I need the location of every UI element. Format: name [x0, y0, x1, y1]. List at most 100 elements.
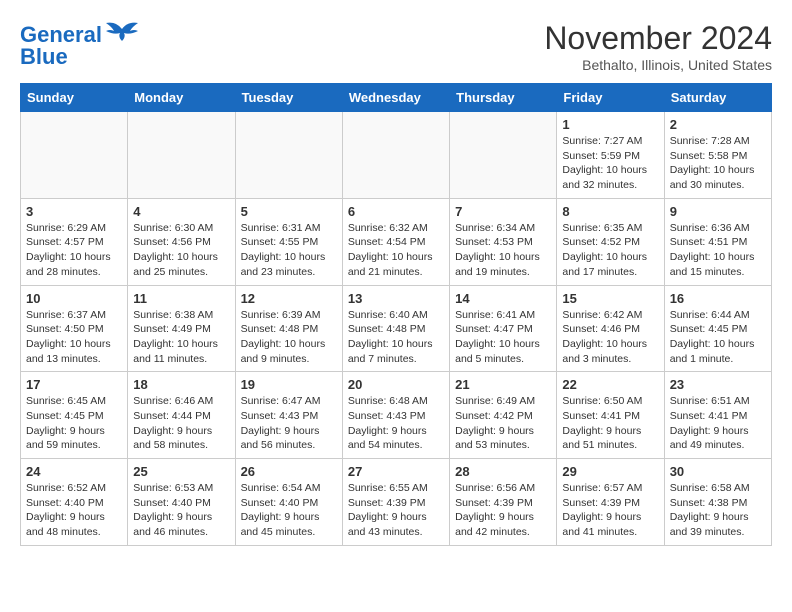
day-number: 6: [348, 204, 444, 219]
calendar-cell: 20 Sunrise: 6:48 AM Sunset: 4:43 PM Dayli…: [342, 372, 449, 459]
day-number: 10: [26, 291, 122, 306]
day-info: Sunrise: 6:39 AM Sunset: 4:48 PM Dayligh…: [241, 308, 337, 367]
calendar-cell: 5Sunrise: 6:31 AM Sunset: 4:55 PM Daylig…: [235, 198, 342, 285]
day-number: 24: [26, 464, 122, 479]
week-row-1: 3 Sunrise: 6:29 AM Sunset: 4:57 PM Daylig…: [21, 198, 772, 285]
day-info: Sunrise: 6:36 AM Sunset: 4:51 PM Dayligh…: [670, 221, 766, 280]
calendar-cell: 23 Sunrise: 6:51 AM Sunset: 4:41 PM Dayli…: [664, 372, 771, 459]
day-number: 18: [133, 377, 229, 392]
day-info: Sunrise: 6:51 AM Sunset: 4:41 PM Dayligh…: [670, 394, 766, 453]
calendar-cell: 19 Sunrise: 6:47 AM Sunset: 4:43 PM Dayli…: [235, 372, 342, 459]
calendar-cell: 2Sunrise: 7:28 AM Sunset: 5:58 PM Daylig…: [664, 112, 771, 199]
calendar-table: SundayMondayTuesdayWednesdayThursdayFrid…: [20, 83, 772, 546]
calendar-cell: 25 Sunrise: 6:53 AM Sunset: 4:40 PM Dayli…: [128, 459, 235, 546]
day-number: 17: [26, 377, 122, 392]
day-info: Sunrise: 6:45 AM Sunset: 4:45 PM Dayligh…: [26, 394, 122, 453]
calendar-cell: 27Sunrise: 6:55 AM Sunset: 4:39 PM Dayli…: [342, 459, 449, 546]
calendar-cell: 26 Sunrise: 6:54 AM Sunset: 4:40 PM Dayli…: [235, 459, 342, 546]
day-info: Sunrise: 6:42 AM Sunset: 4:46 PM Dayligh…: [562, 308, 658, 367]
day-info: Sunrise: 6:56 AM Sunset: 4:39 PM Dayligh…: [455, 481, 551, 540]
calendar-cell: 14 Sunrise: 6:41 AM Sunset: 4:47 PM Dayli…: [450, 285, 557, 372]
day-info: Sunrise: 6:52 AM Sunset: 4:40 PM Dayligh…: [26, 481, 122, 540]
week-row-3: 17 Sunrise: 6:45 AM Sunset: 4:45 PM Dayli…: [21, 372, 772, 459]
week-row-4: 24 Sunrise: 6:52 AM Sunset: 4:40 PM Dayli…: [21, 459, 772, 546]
calendar-cell: 16 Sunrise: 6:44 AM Sunset: 4:45 PM Dayli…: [664, 285, 771, 372]
calendar-cell: 6 Sunrise: 6:32 AM Sunset: 4:54 PM Daylig…: [342, 198, 449, 285]
day-number: 11: [133, 291, 229, 306]
day-info: Sunrise: 7:27 AM Sunset: 5:59 PM Dayligh…: [562, 134, 658, 193]
day-number: 30: [670, 464, 766, 479]
day-number: 16: [670, 291, 766, 306]
title-area: November 2024 Bethalto, Illinois, United…: [544, 20, 772, 73]
day-info: Sunrise: 6:41 AM Sunset: 4:47 PM Dayligh…: [455, 308, 551, 367]
header-cell-thursday: Thursday: [450, 84, 557, 112]
logo-bird-icon: [104, 21, 140, 49]
day-info: Sunrise: 6:54 AM Sunset: 4:40 PM Dayligh…: [241, 481, 337, 540]
day-info: Sunrise: 6:29 AM Sunset: 4:57 PM Dayligh…: [26, 221, 122, 280]
calendar-cell: 3 Sunrise: 6:29 AM Sunset: 4:57 PM Daylig…: [21, 198, 128, 285]
calendar-cell: 13 Sunrise: 6:40 AM Sunset: 4:48 PM Dayli…: [342, 285, 449, 372]
calendar-cell: 7Sunrise: 6:34 AM Sunset: 4:53 PM Daylig…: [450, 198, 557, 285]
day-number: 20: [348, 377, 444, 392]
header-cell-sunday: Sunday: [21, 84, 128, 112]
day-info: Sunrise: 6:37 AM Sunset: 4:50 PM Dayligh…: [26, 308, 122, 367]
day-info: Sunrise: 6:35 AM Sunset: 4:52 PM Dayligh…: [562, 221, 658, 280]
calendar-cell: 22Sunrise: 6:50 AM Sunset: 4:41 PM Dayli…: [557, 372, 664, 459]
calendar-cell: [128, 112, 235, 199]
day-info: Sunrise: 6:48 AM Sunset: 4:43 PM Dayligh…: [348, 394, 444, 453]
calendar-cell: 29 Sunrise: 6:57 AM Sunset: 4:39 PM Dayli…: [557, 459, 664, 546]
day-number: 14: [455, 291, 551, 306]
header-cell-saturday: Saturday: [664, 84, 771, 112]
day-info: Sunrise: 6:44 AM Sunset: 4:45 PM Dayligh…: [670, 308, 766, 367]
month-title: November 2024: [544, 20, 772, 57]
day-info: Sunrise: 6:46 AM Sunset: 4:44 PM Dayligh…: [133, 394, 229, 453]
header-cell-monday: Monday: [128, 84, 235, 112]
day-number: 26: [241, 464, 337, 479]
header-cell-tuesday: Tuesday: [235, 84, 342, 112]
day-number: 1: [562, 117, 658, 132]
calendar-cell: 12Sunrise: 6:39 AM Sunset: 4:48 PM Dayli…: [235, 285, 342, 372]
header-cell-friday: Friday: [557, 84, 664, 112]
day-number: 19: [241, 377, 337, 392]
day-number: 2: [670, 117, 766, 132]
day-number: 25: [133, 464, 229, 479]
day-number: 8: [562, 204, 658, 219]
day-number: 13: [348, 291, 444, 306]
calendar-cell: 9Sunrise: 6:36 AM Sunset: 4:51 PM Daylig…: [664, 198, 771, 285]
calendar-cell: [21, 112, 128, 199]
logo-text: General Blue: [20, 24, 102, 68]
day-info: Sunrise: 6:53 AM Sunset: 4:40 PM Dayligh…: [133, 481, 229, 540]
day-info: Sunrise: 6:38 AM Sunset: 4:49 PM Dayligh…: [133, 308, 229, 367]
day-info: Sunrise: 6:40 AM Sunset: 4:48 PM Dayligh…: [348, 308, 444, 367]
day-info: Sunrise: 6:32 AM Sunset: 4:54 PM Dayligh…: [348, 221, 444, 280]
header-row: SundayMondayTuesdayWednesdayThursdayFrid…: [21, 84, 772, 112]
calendar-cell: 11 Sunrise: 6:38 AM Sunset: 4:49 PM Dayli…: [128, 285, 235, 372]
logo-line2: Blue: [20, 44, 68, 69]
week-row-2: 10 Sunrise: 6:37 AM Sunset: 4:50 PM Dayli…: [21, 285, 772, 372]
day-info: Sunrise: 6:49 AM Sunset: 4:42 PM Dayligh…: [455, 394, 551, 453]
day-number: 23: [670, 377, 766, 392]
logo: General Blue: [20, 24, 140, 68]
calendar-cell: 10 Sunrise: 6:37 AM Sunset: 4:50 PM Dayli…: [21, 285, 128, 372]
day-info: Sunrise: 6:34 AM Sunset: 4:53 PM Dayligh…: [455, 221, 551, 280]
day-info: Sunrise: 6:47 AM Sunset: 4:43 PM Dayligh…: [241, 394, 337, 453]
location-subtitle: Bethalto, Illinois, United States: [544, 57, 772, 73]
calendar-cell: 17 Sunrise: 6:45 AM Sunset: 4:45 PM Dayli…: [21, 372, 128, 459]
day-number: 3: [26, 204, 122, 219]
calendar-cell: 8 Sunrise: 6:35 AM Sunset: 4:52 PM Daylig…: [557, 198, 664, 285]
day-number: 4: [133, 204, 229, 219]
header: General Blue November 2024 Bethalto, Ill…: [20, 20, 772, 73]
calendar-cell: 24 Sunrise: 6:52 AM Sunset: 4:40 PM Dayli…: [21, 459, 128, 546]
day-number: 29: [562, 464, 658, 479]
day-number: 5: [241, 204, 337, 219]
calendar-cell: 28 Sunrise: 6:56 AM Sunset: 4:39 PM Dayli…: [450, 459, 557, 546]
calendar-cell: 21Sunrise: 6:49 AM Sunset: 4:42 PM Dayli…: [450, 372, 557, 459]
day-number: 22: [562, 377, 658, 392]
day-info: Sunrise: 6:58 AM Sunset: 4:38 PM Dayligh…: [670, 481, 766, 540]
calendar-cell: 1 Sunrise: 7:27 AM Sunset: 5:59 PM Daylig…: [557, 112, 664, 199]
day-number: 15: [562, 291, 658, 306]
day-info: Sunrise: 6:30 AM Sunset: 4:56 PM Dayligh…: [133, 221, 229, 280]
calendar-cell: [450, 112, 557, 199]
day-number: 28: [455, 464, 551, 479]
day-info: Sunrise: 6:57 AM Sunset: 4:39 PM Dayligh…: [562, 481, 658, 540]
